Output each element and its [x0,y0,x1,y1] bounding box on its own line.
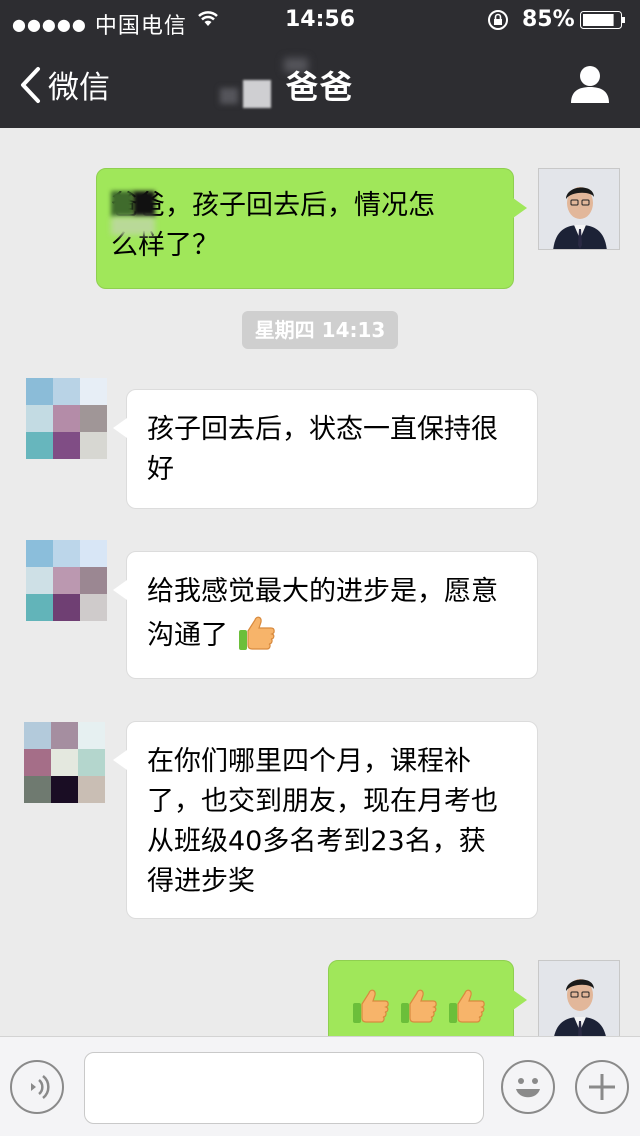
thumbs-up-icon [238,616,275,650]
smiley-icon [516,1078,540,1098]
message-text-line: 爸爸，孩子回去后，情况怎 [111,190,435,221]
thumbs-row [351,985,487,1025]
thumbs-up-icon [401,989,437,1023]
blurred-region [111,217,155,235]
nav-bar: 微信 爸爸 [0,40,640,128]
battery-percent: 85% [522,7,575,32]
message-text-line: 给我感觉最大的进步是，愿意 [147,576,498,607]
battery-icon [580,11,625,29]
status-bar: ●●●●● 中国电信 14:56 85% [0,0,640,40]
top-bar: ●●●●● 中国电信 14:56 85% 微信 爸爸 [0,0,640,128]
contact-avatar[interactable] [26,540,108,622]
my-avatar[interactable] [538,960,620,1042]
person-icon[interactable] [570,64,610,104]
bubble-tail [513,990,527,1010]
message-text-line: 沟通了 [147,620,228,651]
rotation-lock-icon [488,10,508,30]
blurred-region [133,191,155,217]
bubble-tail [113,580,127,600]
timestamp-badge: 星期四 14:13 [242,311,398,349]
bubble-tail [113,418,127,438]
message-text-line: 孩子回去后，状态一直保持很 [147,414,498,445]
pixelated-avatar [26,540,107,621]
voice-icon [31,1075,50,1099]
plus-icon [589,1074,615,1100]
bubble-tail [513,198,527,218]
chat-title: 爸爸 [285,68,354,106]
contact-avatar[interactable] [24,722,106,804]
bubble-tail [113,750,127,770]
plus-button[interactable] [575,1060,629,1114]
message-text-line: 了，也交到朋友，现在月考也 [147,786,498,817]
thumbs-up-icon [353,989,389,1023]
avatar-photo [539,961,619,1041]
message-bubble-received[interactable]: 孩子回去后，状态一直保持很 好 [126,389,538,509]
thumbs-up-icon [449,989,485,1023]
pixelated-avatar [24,722,105,803]
message-text-line: 在你们哪里四个月，课程补 [147,746,471,777]
input-bar [0,1036,640,1136]
pixelated-avatar [26,378,107,459]
emoji-button[interactable] [501,1060,555,1114]
message-text-line: 得进步奖 [147,866,255,897]
message-input[interactable] [84,1052,484,1124]
avatar-photo [539,169,619,249]
voice-button[interactable] [10,1060,64,1114]
blurred-region [111,191,133,217]
message-text-line: 好 [147,454,174,485]
message-text-line: 么样了？ [111,230,219,261]
message-bubble-received[interactable]: 在你们哪里四个月，课程补 了，也交到朋友，现在月考也 从班级40多名考到23名，… [126,721,538,919]
contact-avatar[interactable] [26,378,108,460]
message-text-line: 从班级40多名考到23名，获 [147,826,486,857]
message-bubble-sent[interactable]: 爸爸，孩子回去后，情况怎 么样了？ [96,168,514,289]
my-avatar[interactable] [538,168,620,250]
message-bubble-received[interactable]: 给我感觉最大的进步是，愿意 沟通了 [126,551,538,679]
